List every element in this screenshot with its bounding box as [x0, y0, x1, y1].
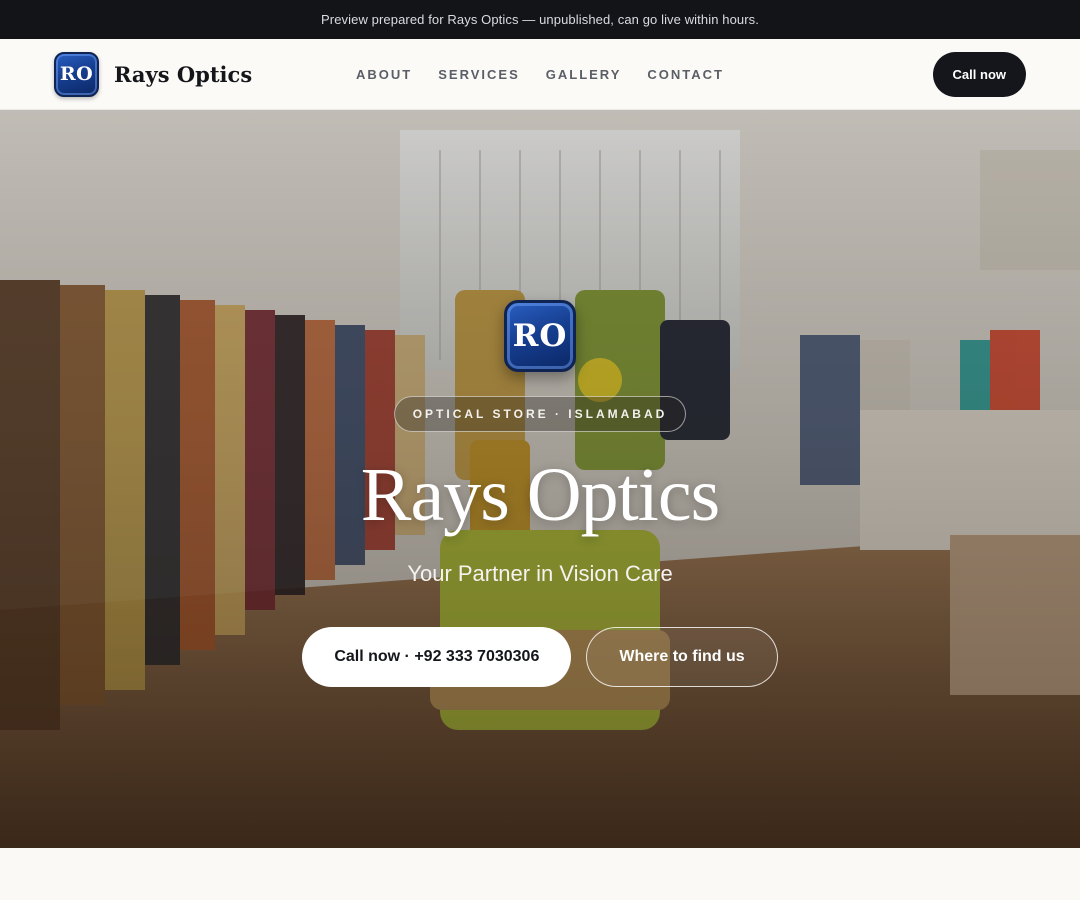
nav-link-contact[interactable]: CONTACT: [647, 67, 724, 82]
hero-logo: RO: [504, 300, 576, 372]
hero-section: RO OPTICAL STORE · ISLAMABAD Rays Optics…: [0, 110, 1080, 848]
brand-name: Rays Optics: [114, 61, 253, 87]
brand-home-link[interactable]: RO Rays Optics: [54, 51, 253, 97]
next-section: [0, 848, 1080, 900]
hero-call-button[interactable]: Call now · +92 333 7030306: [302, 627, 572, 687]
preview-banner: Preview prepared for Rays Optics — unpub…: [0, 0, 1080, 39]
hero-logo-initials: RO: [512, 318, 568, 354]
nav-call-now-button[interactable]: Call now: [932, 51, 1026, 97]
hero-category-badge: OPTICAL STORE · ISLAMABAD: [393, 396, 687, 432]
nav-link-gallery[interactable]: GALLERY: [546, 67, 622, 82]
brand-logo: RO: [54, 51, 99, 97]
preview-banner-text: Preview prepared for Rays Optics — unpub…: [321, 12, 759, 27]
top-navbar: RO Rays Optics ABOUT SERVICES GALLERY CO…: [0, 39, 1080, 110]
hero-actions: Call now · +92 333 7030306 Where to find…: [302, 627, 778, 687]
main-nav: ABOUT SERVICES GALLERY CONTACT: [356, 39, 724, 110]
hero-subtitle: Your Partner in Vision Care: [407, 561, 673, 586]
nav-link-services[interactable]: SERVICES: [438, 67, 520, 82]
nav-link-about[interactable]: ABOUT: [356, 67, 412, 82]
brand-logo-initials: RO: [59, 63, 94, 85]
hero-content: RO OPTICAL STORE · ISLAMABAD Rays Optics…: [0, 300, 1080, 687]
hero-title: Rays Optics: [360, 453, 720, 537]
hero-location-button[interactable]: Where to find us: [586, 627, 778, 687]
